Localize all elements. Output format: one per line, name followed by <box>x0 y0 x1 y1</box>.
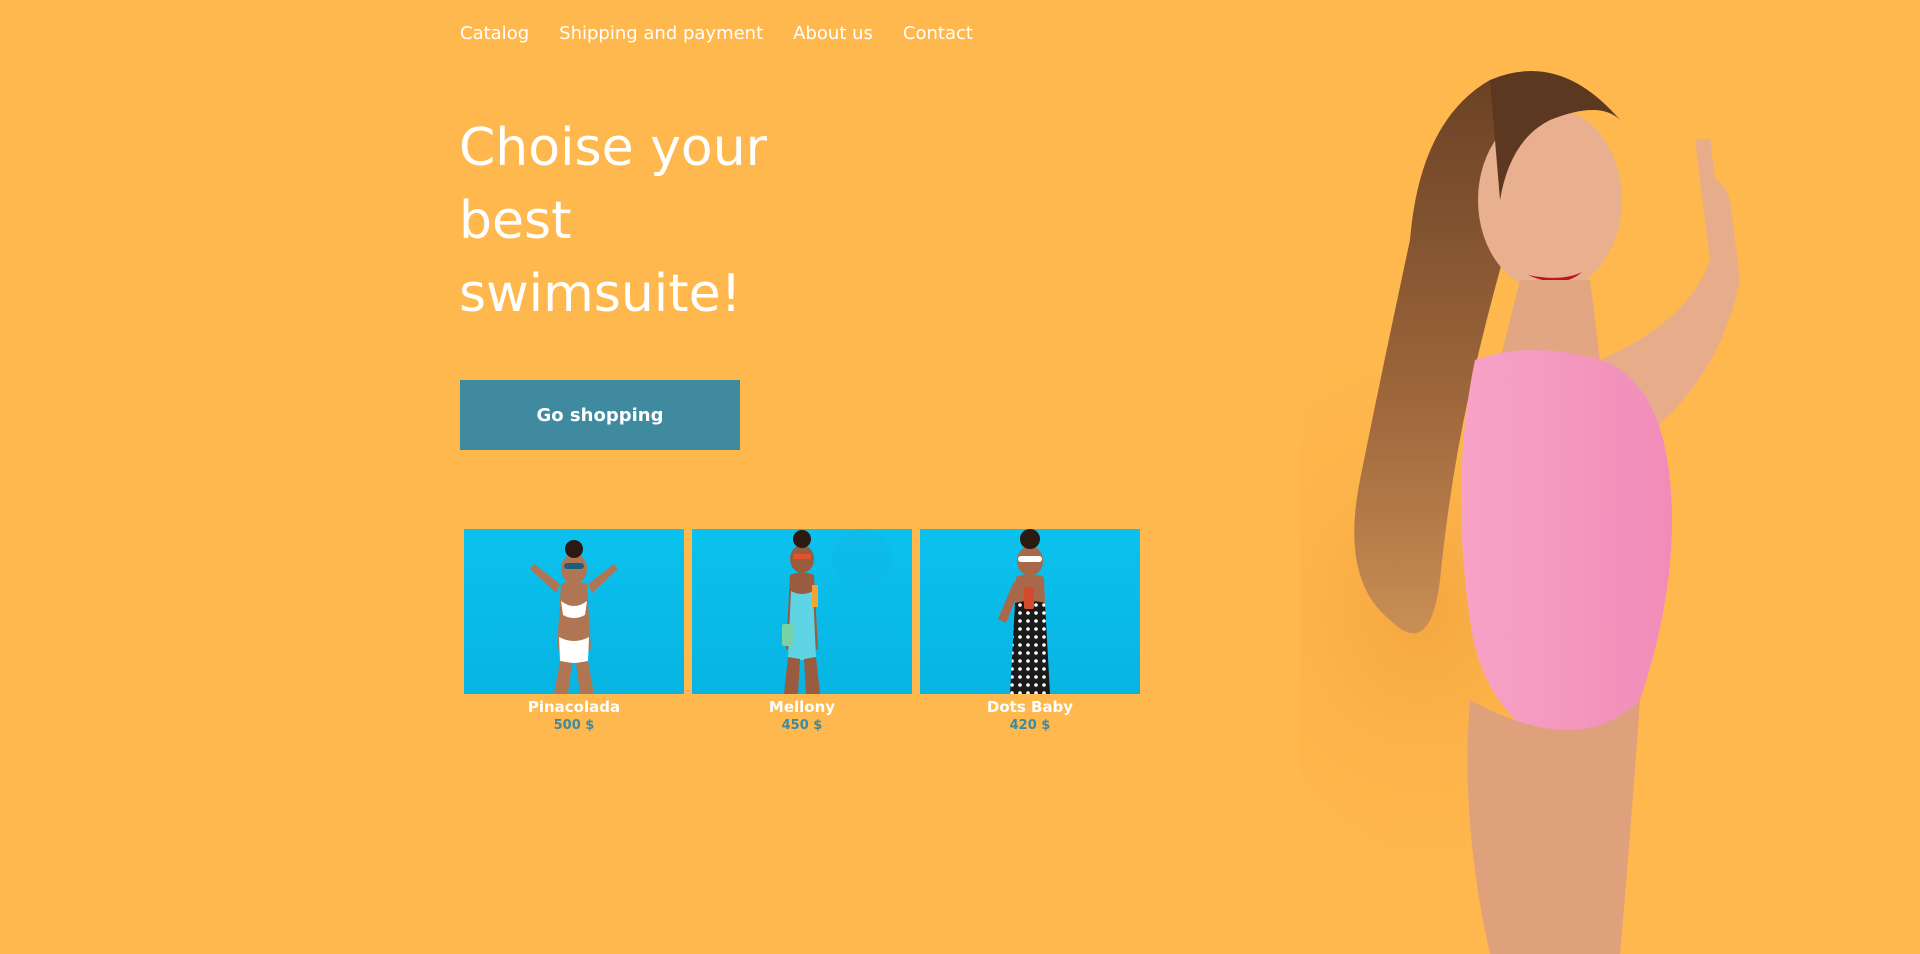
product-name: Mellony <box>768 698 836 716</box>
hero-model-image <box>1300 71 1760 954</box>
go-shopping-button[interactable]: Go shopping <box>460 380 740 450</box>
product-card[interactable]: Dots Baby 420 $ <box>920 529 1140 734</box>
nav-contact[interactable]: Contact <box>903 22 973 46</box>
model-white-bikini-image <box>530 540 618 694</box>
product-photo[interactable] <box>464 529 684 694</box>
model-polka-dot-swimsuit-image <box>998 529 1050 694</box>
product-card[interactable]: Pinacolada 500 $ <box>464 529 684 734</box>
product-name: Dots Baby <box>986 698 1074 716</box>
hero-title: Choise your best swimsuite! <box>459 118 768 324</box>
product-photo[interactable] <box>920 529 1140 694</box>
product-price: 450 $ <box>781 718 823 733</box>
product-card[interactable]: Mellony 450 $ <box>692 529 912 734</box>
product-photo[interactable] <box>692 529 912 694</box>
product-list: Pinacolada 500 $ Mellony 450 $ Dots Baby… <box>464 529 1140 734</box>
product-price: 500 $ <box>553 718 595 733</box>
nav-catalog[interactable]: Catalog <box>460 22 529 46</box>
nav-about-us[interactable]: About us <box>793 22 873 46</box>
main-nav: Catalog Shipping and payment About us Co… <box>460 22 973 46</box>
nav-shipping-and-payment[interactable]: Shipping and payment <box>559 22 763 46</box>
product-name: Pinacolada <box>527 698 621 716</box>
product-price: 420 $ <box>1009 718 1051 733</box>
page: Catalog Shipping and payment About us Co… <box>0 0 1920 954</box>
model-turquoise-swimsuit-image <box>782 529 892 694</box>
